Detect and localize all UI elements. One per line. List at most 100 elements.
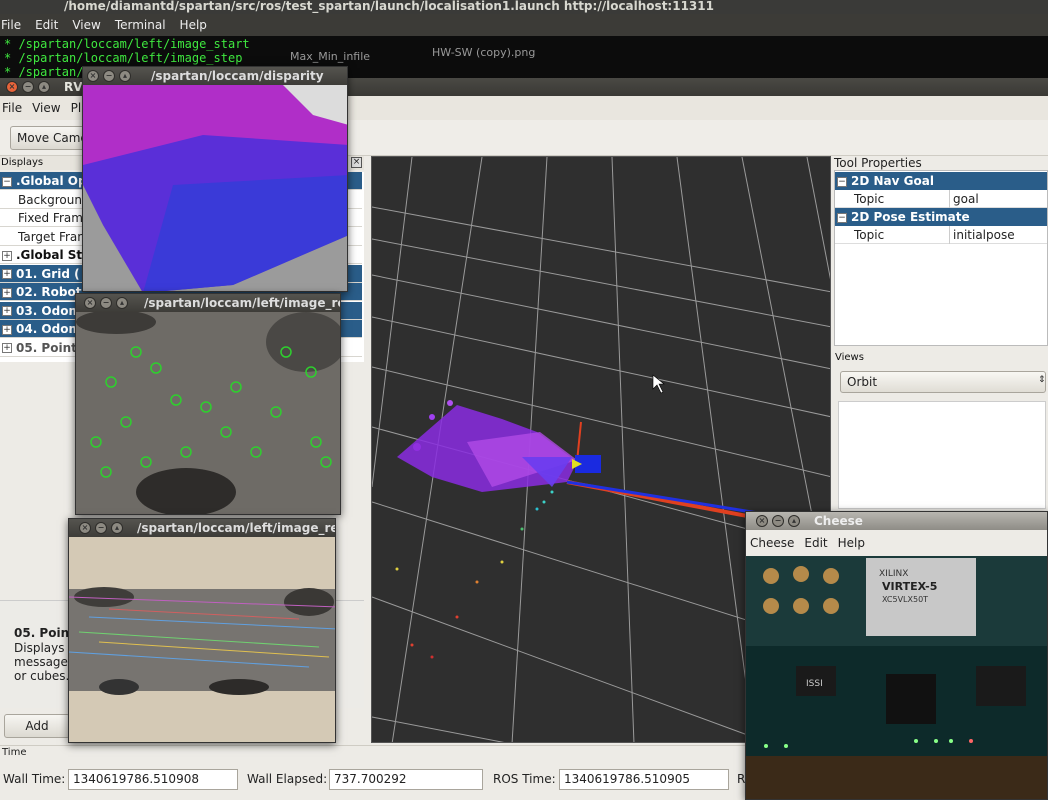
- webcam-preview: XILINX VIRTEX-5 XC5VLX50T ISSI: [746, 556, 1047, 799]
- cheese-menubar: Cheese Edit Help: [746, 530, 1047, 556]
- mouse-cursor-icon: [652, 374, 665, 394]
- tool-properties-header: Tool Properties: [834, 156, 922, 170]
- chip-text: VIRTEX-5: [882, 580, 937, 593]
- disparity-window[interactable]: × − ▴ /spartan/loccam/disparity: [82, 66, 348, 292]
- expand-icon[interactable]: +: [2, 287, 12, 298]
- minimize-icon[interactable]: −: [103, 70, 115, 82]
- views-header: Views: [834, 351, 1048, 365]
- tool-prop-name: Topic: [854, 192, 885, 206]
- maximize-icon[interactable]: ▴: [38, 81, 50, 93]
- maximize-icon[interactable]: ▴: [788, 515, 800, 527]
- cheese-titlebar[interactable]: × − ▴ Cheese: [746, 512, 1047, 530]
- window-title: /spartan/loccam/left/image_re: [137, 521, 336, 535]
- close-panel-icon[interactable]: ×: [351, 157, 362, 168]
- collapse-icon[interactable]: −: [2, 176, 12, 187]
- terminal-menu-terminal[interactable]: Terminal: [115, 18, 166, 32]
- spinner-icon[interactable]: ⇕: [1038, 375, 1046, 385]
- rviz-menu-view[interactable]: View: [32, 101, 60, 115]
- display-row-label: .Global St: [16, 248, 83, 262]
- add-display-button[interactable]: Add: [4, 714, 70, 738]
- help-title: 05. Point: [14, 626, 75, 640]
- close-icon[interactable]: ×: [756, 515, 768, 527]
- window-title: Cheese: [814, 514, 863, 528]
- tool-properties-panel: −2D Nav Goal Topic goal −2D Pose Estimat…: [834, 170, 1048, 346]
- wall-time-field[interactable]: 1340619786.510908: [68, 769, 238, 790]
- stereo-matches-image: [69, 537, 335, 742]
- desktop-file-label: HW-SW (copy).png: [432, 46, 536, 59]
- terminal-menu-edit[interactable]: Edit: [35, 18, 58, 32]
- tool-prop-name: Topic: [854, 228, 885, 242]
- window-title: /spartan/loccam/left/image_re: [144, 296, 341, 310]
- tool-group-pose-estimate[interactable]: −2D Pose Estimate: [835, 208, 1047, 226]
- minimize-icon[interactable]: −: [22, 81, 34, 93]
- display-row-label: .Global Op: [16, 174, 87, 188]
- wall-elapsed-field[interactable]: 737.700292: [329, 769, 483, 790]
- chip-label: ISSI: [806, 679, 823, 689]
- minimize-icon[interactable]: −: [95, 522, 107, 534]
- image-rect-window-2[interactable]: × − ▴ /spartan/loccam/left/image_re: [68, 518, 336, 743]
- view-type-select[interactable]: Orbit: [840, 371, 1046, 393]
- terminal-menu-view[interactable]: View: [72, 18, 100, 32]
- image-rect-titlebar[interactable]: × − ▴ /spartan/loccam/left/image_re: [76, 294, 340, 312]
- close-icon[interactable]: ×: [79, 522, 91, 534]
- rviz-title: RV: [64, 80, 83, 94]
- maximize-icon[interactable]: ▴: [111, 522, 123, 534]
- column-divider: [949, 190, 950, 208]
- display-row-label: 01. Grid (: [16, 266, 80, 281]
- disparity-titlebar[interactable]: × − ▴ /spartan/loccam/disparity: [83, 67, 347, 85]
- tool-prop-value[interactable]: initialpose: [953, 226, 1015, 244]
- cheese-menu-edit[interactable]: Edit: [804, 536, 827, 550]
- maximize-icon[interactable]: ▴: [116, 297, 128, 309]
- move-camera-button[interactable]: Move Came: [10, 126, 90, 150]
- display-row-label: 03. Odom: [16, 303, 81, 318]
- rviz-menu-file[interactable]: File: [2, 101, 22, 115]
- display-row-label: 04. Odom: [16, 322, 81, 336]
- terminal-menu-file[interactable]: File: [1, 18, 21, 32]
- cheese-menu-cheese[interactable]: Cheese: [750, 536, 794, 550]
- display-row-label: Fixed Fram: [18, 211, 83, 225]
- expand-icon[interactable]: +: [2, 324, 12, 335]
- chip-text: XILINX: [879, 569, 908, 579]
- wall-elapsed-label: Wall Elapsed:: [247, 772, 328, 786]
- point-cloud-trail: [395, 490, 554, 659]
- expand-icon[interactable]: +: [2, 306, 12, 316]
- tool-group-nav-goal[interactable]: −2D Nav Goal: [835, 172, 1047, 190]
- display-row-label: Target Fram: [18, 229, 89, 244]
- display-row-label: 05. Point: [16, 340, 77, 355]
- views-list[interactable]: [838, 401, 1046, 509]
- close-icon[interactable]: ×: [6, 81, 18, 93]
- tool-group-label: 2D Nav Goal: [851, 174, 934, 188]
- ros-time-field[interactable]: 1340619786.510905: [559, 769, 729, 790]
- close-icon[interactable]: ×: [87, 70, 99, 82]
- collapse-icon[interactable]: −: [837, 176, 847, 187]
- minimize-icon[interactable]: −: [100, 297, 112, 309]
- feature-tracks-image: [76, 310, 340, 514]
- display-row-label: Backgroun: [18, 192, 82, 207]
- time-header: Time: [2, 747, 27, 758]
- close-icon[interactable]: ×: [84, 297, 96, 309]
- tool-prop-row[interactable]: Topic initialpose: [835, 226, 1047, 244]
- point-cloud: [397, 400, 577, 492]
- views-panel: Views Orbit ⇕: [834, 351, 1048, 511]
- ic-chip: [886, 674, 936, 724]
- image-rect-titlebar[interactable]: × − ▴ /spartan/loccam/left/image_re: [69, 519, 335, 537]
- terminal-title: /home/diamantd/spartan/src/ros/test_spar…: [0, 0, 1048, 14]
- tool-prop-value[interactable]: goal: [953, 190, 979, 208]
- collapse-icon[interactable]: −: [837, 212, 847, 223]
- display-row-label: 02. Robot: [16, 285, 82, 299]
- wall-time-label: Wall Time:: [3, 772, 66, 786]
- column-divider: [949, 226, 950, 244]
- chip-text: XC5VLX50T: [882, 595, 928, 604]
- expand-icon[interactable]: +: [2, 343, 12, 353]
- maximize-icon[interactable]: ▴: [119, 70, 131, 82]
- image-rect-window[interactable]: × − ▴ /spartan/loccam/left/image_re: [75, 293, 341, 515]
- expand-icon[interactable]: +: [2, 250, 12, 261]
- window-title: /spartan/loccam/disparity: [151, 69, 324, 83]
- cheese-menu-help[interactable]: Help: [838, 536, 865, 550]
- tool-prop-row[interactable]: Topic goal: [835, 190, 1047, 208]
- desktop-file-label: Max_Min_infile: [290, 50, 371, 63]
- terminal-menu-help[interactable]: Help: [180, 18, 207, 32]
- cheese-window[interactable]: × − ▴ Cheese Cheese Edit Help XILINX VIR…: [745, 511, 1048, 800]
- expand-icon[interactable]: +: [2, 269, 12, 279]
- minimize-icon[interactable]: −: [772, 515, 784, 527]
